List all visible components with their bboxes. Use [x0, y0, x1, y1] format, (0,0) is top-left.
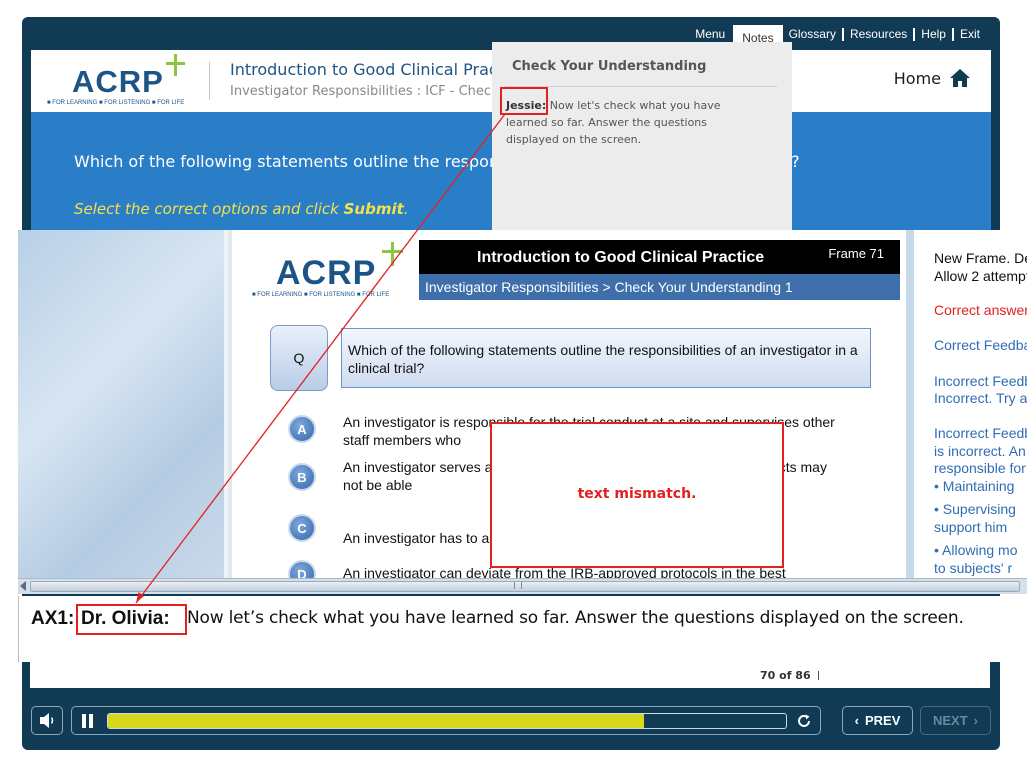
designer-note-line: New Frame. De — [934, 250, 1027, 266]
designer-note-line: responsible for — [934, 460, 1026, 476]
home-button[interactable]: Home — [894, 68, 971, 88]
screen: Menu Notes Glossary Resources Help Exit … — [0, 0, 1027, 760]
slide-logo-cross-bar — [382, 250, 403, 253]
designer-note-line: support him — [934, 519, 1008, 535]
logo-cross-bar — [166, 62, 185, 65]
nav-help[interactable]: Help — [915, 27, 952, 41]
nav-menu[interactable]: Menu — [689, 27, 731, 41]
option-b-button[interactable]: B — [288, 463, 316, 491]
transcript-prefix: AX1: — [31, 608, 75, 629]
notes-popup: Check Your Understanding Jessie: Now let… — [492, 42, 792, 238]
mismatch-label: text mismatch. — [577, 486, 697, 502]
acrp-logo: ACRP ■ FOR LEARNING ■ FOR LISTENING ■ FO… — [47, 54, 197, 110]
slide-title-bar: Introduction to Good Clinical Practice F… — [419, 240, 900, 274]
home-icon — [950, 69, 970, 87]
course-subtitle: Investigator Responsibilities : ICF - Ch… — [230, 84, 492, 99]
chevron-left-icon: ‹ — [854, 713, 859, 728]
logo-text: ACRP — [72, 64, 164, 99]
notes-title: Check Your Understanding — [512, 59, 707, 74]
scroll-left-icon[interactable] — [20, 581, 26, 591]
designer-note-line: Incorrect Feedb — [934, 373, 1027, 389]
designer-note-line: • Supervising — [934, 501, 1016, 517]
designer-note-line: to subjects' r — [934, 560, 1013, 576]
designer-note-line: • Allowing mo — [934, 542, 1018, 558]
designer-note-line: Incorrect. Try a — [934, 390, 1027, 406]
course-title: Introduction to Good Clinical Pract — [230, 60, 504, 79]
slide-background — [18, 230, 226, 578]
slide-footer: 70 of 86 — [30, 662, 990, 688]
instruction-text: Select the correct options and click — [74, 200, 344, 218]
slide-breadcrumb-bar: Investigator Responsibilities > Check Yo… — [419, 274, 900, 300]
nav-glossary[interactable]: Glossary — [783, 27, 842, 41]
prev-label: PREV — [864, 713, 901, 728]
volume-button[interactable] — [31, 706, 63, 735]
page-counter: 70 of 86 — [760, 669, 811, 682]
designer-note-line: Incorrect Feedb — [934, 425, 1027, 441]
scroll-grip-icon — [514, 582, 522, 589]
slide-logo-text: ACRP — [276, 254, 377, 292]
slide-logo-tagline: ■ FOR LEARNING ■ FOR LISTENING ■ FOR LIF… — [252, 292, 390, 298]
home-label: Home — [893, 68, 941, 88]
text-mismatch-callout: text mismatch. — [490, 422, 784, 568]
horizontal-scrollbar[interactable] — [18, 578, 1027, 594]
slide-title: Introduction to Good Clinical Practice — [477, 249, 765, 266]
designer-note-line: • Maintaining — [934, 478, 1015, 494]
designer-note-line: Correct answer — [934, 302, 1027, 318]
annotation-box-notes-speaker — [500, 87, 548, 115]
page-counter-separator — [818, 671, 819, 680]
option-a-button[interactable]: A — [288, 415, 316, 443]
nav-resources[interactable]: Resources — [844, 27, 913, 41]
designer-note-line: Allow 2 attempt — [934, 268, 1027, 284]
logo-tagline: ■ FOR LEARNING ■ FOR LISTENING ■ FOR LIF… — [47, 100, 185, 106]
header-divider — [209, 62, 210, 100]
chevron-right-icon: › — [973, 713, 978, 728]
progress-fill — [108, 714, 644, 728]
next-label: NEXT — [932, 713, 968, 728]
question-text: Which of the following statements outlin… — [341, 328, 871, 388]
slide-acrp-logo: ACRP ■ FOR LEARNING ■ FOR LISTENING ■ FO… — [246, 238, 416, 300]
band-question-text: Which of the following statements outlin… — [74, 152, 512, 171]
designer-notes-panel: New Frame. De Allow 2 attempt Correct answ… — [910, 230, 1027, 578]
next-button[interactable]: NEXT › — [920, 706, 991, 735]
band-instruction: Select the correct options and click Sub… — [74, 200, 409, 218]
slide-logo-cross-icon — [391, 242, 394, 266]
speaker-icon — [40, 713, 54, 728]
annotation-box-transcript-speaker — [76, 604, 187, 635]
pause-icon[interactable] — [82, 714, 94, 728]
slide-frame-number: Frame 71 — [828, 246, 884, 261]
designer-note-line: is incorrect. An — [934, 443, 1026, 459]
nav-exit[interactable]: Exit — [954, 27, 986, 41]
scroll-thumb[interactable] — [30, 581, 1020, 592]
option-c-button[interactable]: C — [288, 514, 316, 542]
instruction-period: . — [403, 200, 409, 218]
transcript-text: Now let’s check what you have learned so… — [187, 608, 964, 628]
replay-icon[interactable] — [796, 713, 812, 729]
prev-button[interactable]: ‹ PREV — [842, 706, 913, 735]
question-marker: Q — [270, 325, 328, 391]
playback-bar — [71, 706, 821, 735]
logo-cross-icon — [174, 54, 177, 76]
progress-bar[interactable] — [107, 713, 787, 729]
instruction-submit: Submit — [343, 200, 404, 218]
designer-note-line: Correct Feedba — [934, 337, 1027, 353]
slide-breadcrumb: Investigator Responsibilities > Check Yo… — [425, 279, 793, 295]
top-navigation: Menu Notes Glossary Resources Help Exit — [689, 25, 986, 51]
